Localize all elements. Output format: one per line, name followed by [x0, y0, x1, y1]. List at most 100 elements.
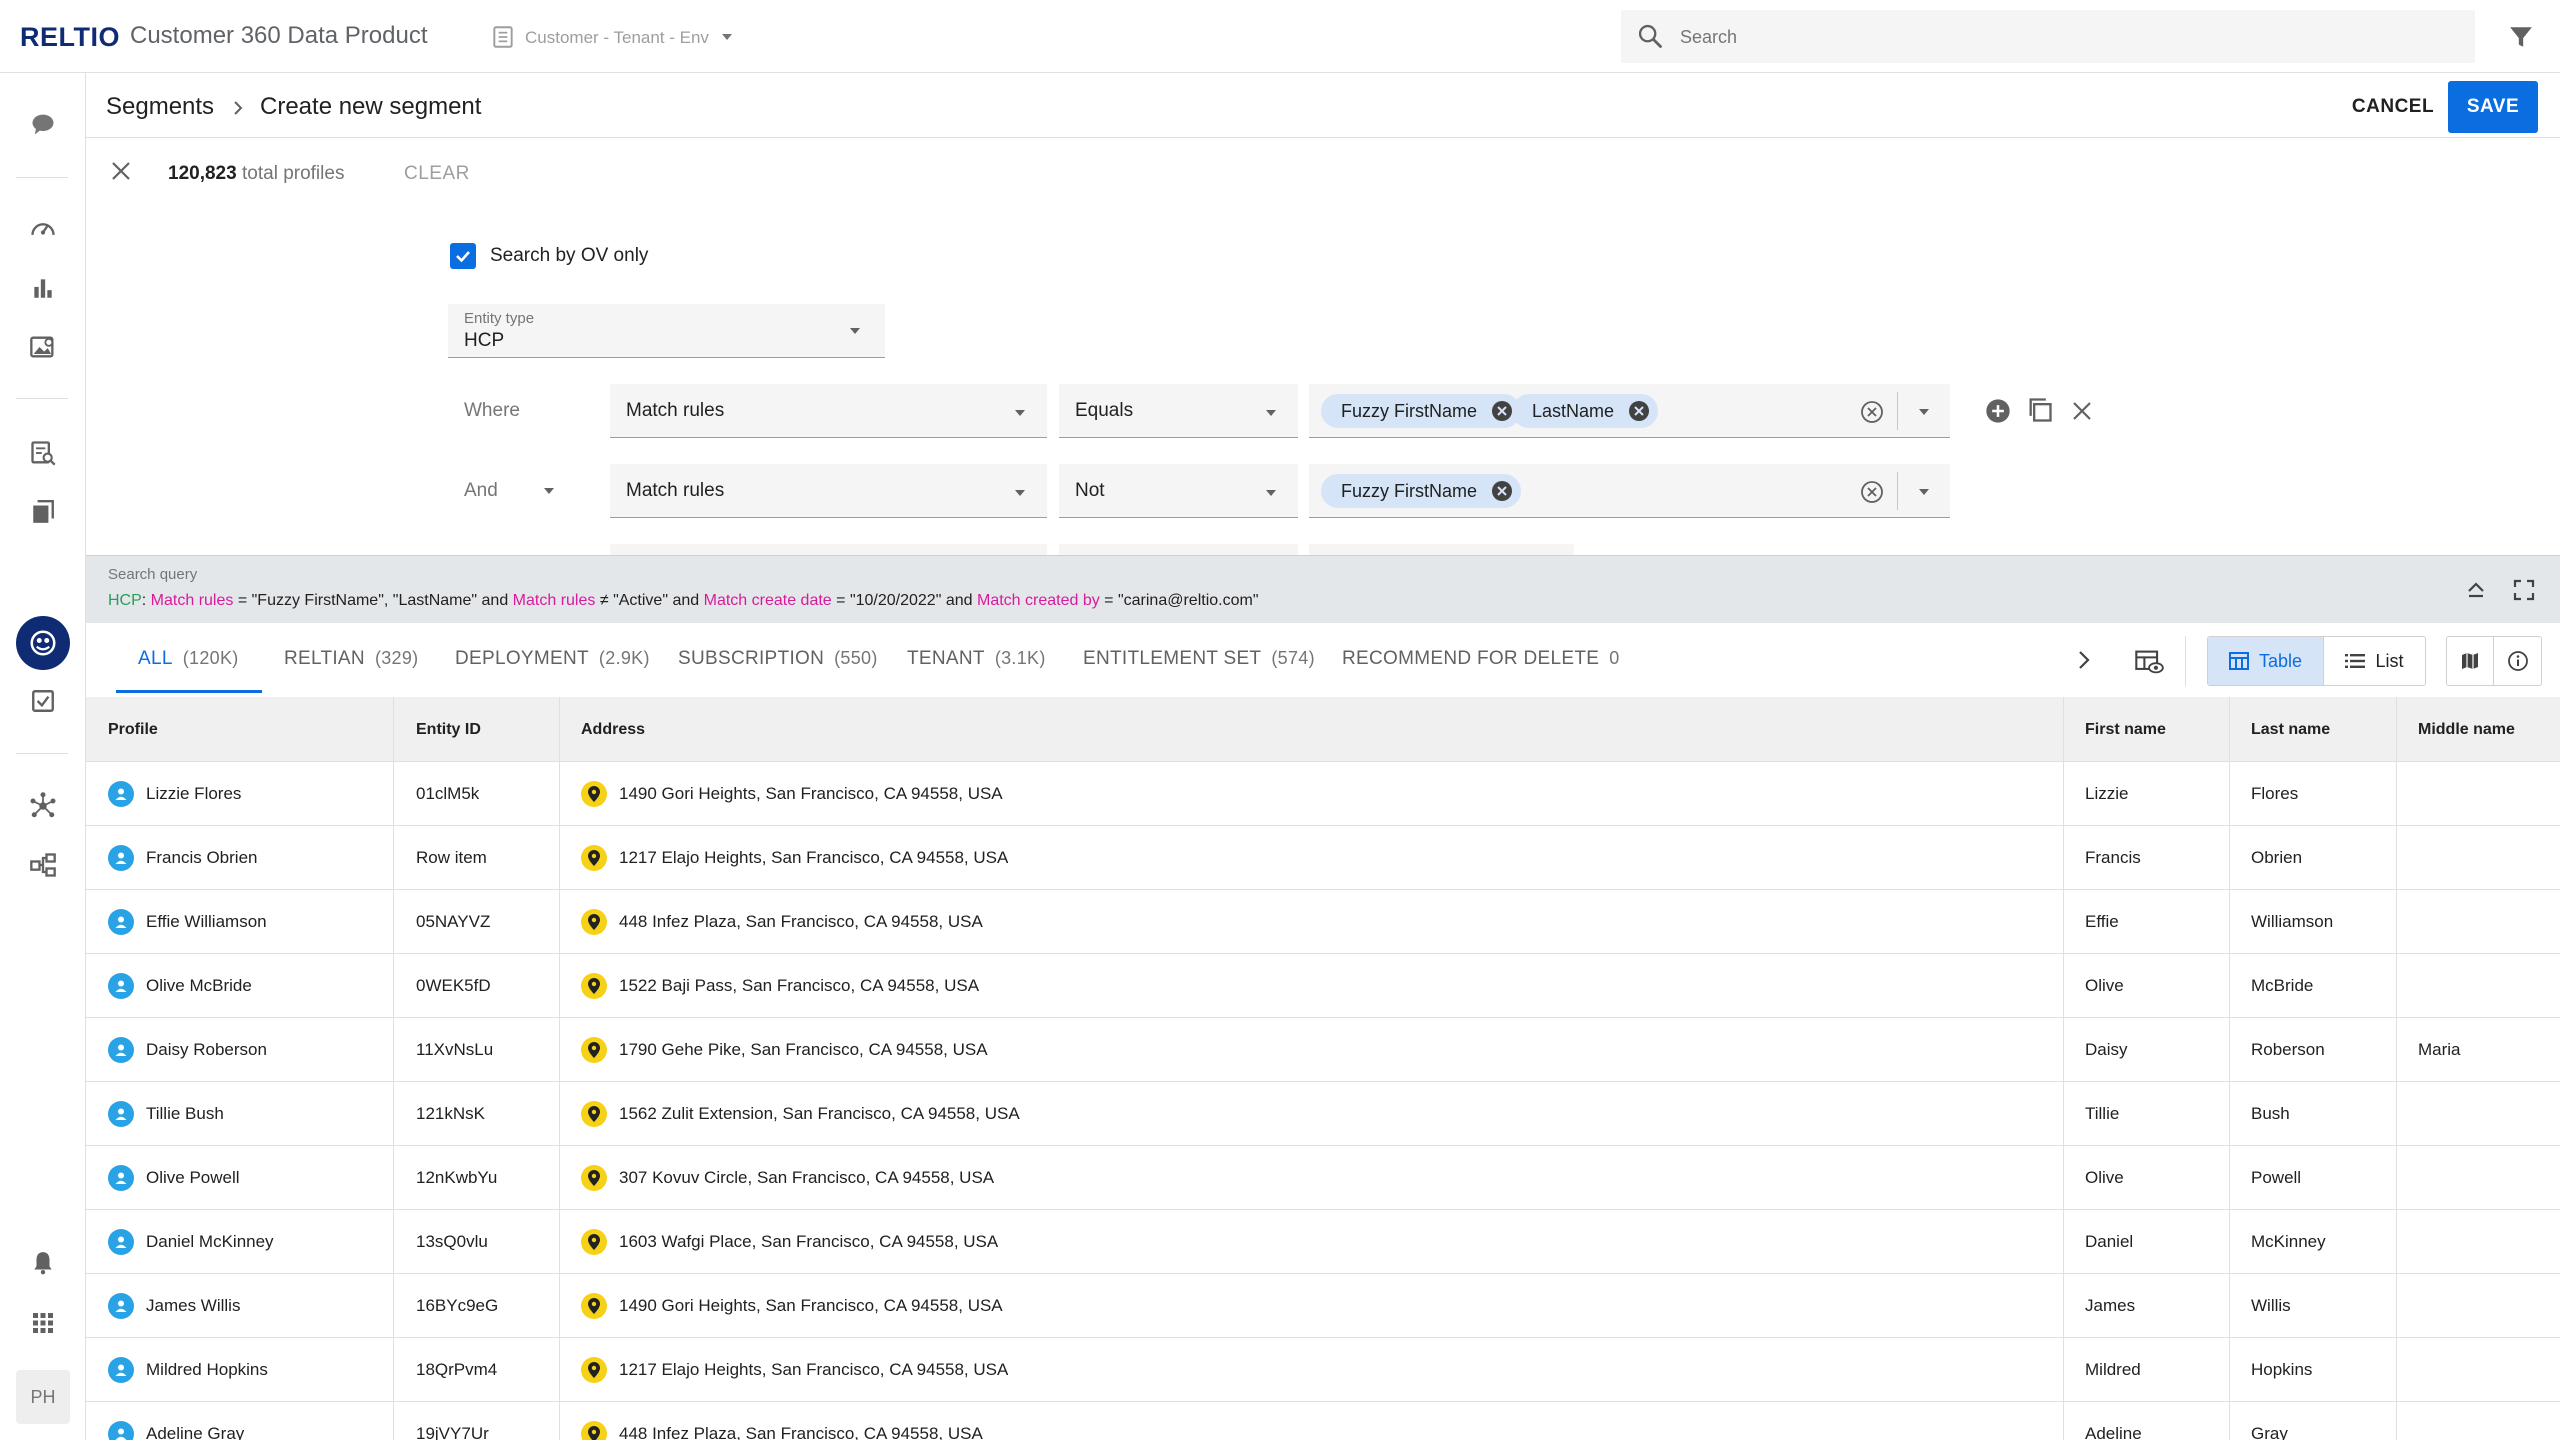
task-check-icon[interactable]: [28, 686, 58, 716]
profile-cell[interactable]: Effie Williamson: [108, 890, 267, 954]
apps-grid-icon[interactable]: [28, 1308, 58, 1338]
tab-all[interactable]: ALL (120K): [138, 648, 239, 670]
table-row[interactable]: Adeline Gray 19jVY7Ur 448 Infez Plaza, San…: [86, 1402, 2560, 1440]
profile-name[interactable]: Mildred Hopkins: [146, 1360, 268, 1380]
column-header-last-name[interactable]: Last name: [2251, 697, 2330, 762]
cancel-button[interactable]: CANCEL: [2338, 83, 2448, 131]
remove-chip-icon[interactable]: [1628, 400, 1650, 422]
tab-reltian[interactable]: RELTIAN (329): [284, 648, 418, 670]
close-icon[interactable]: [110, 160, 132, 182]
table-row[interactable]: James Willis 16BYc9eG 1490 Gori Heights, S…: [86, 1274, 2560, 1338]
graph-icon[interactable]: [28, 791, 58, 821]
table-row[interactable]: Daniel McKinney 13sQ0vlu 1603 Wafgi Place,…: [86, 1210, 2560, 1274]
add-condition-icon[interactable]: [1984, 397, 2012, 425]
tab-deployment[interactable]: DEPLOYMENT (2.9K): [455, 648, 650, 670]
profile-name[interactable]: Adeline Gray: [146, 1424, 244, 1440]
profile-cell[interactable]: Mildred Hopkins: [108, 1338, 268, 1402]
dashboard-icon[interactable]: [28, 214, 58, 244]
hierarchy-icon[interactable]: [28, 850, 58, 880]
table-row[interactable]: Lizzie Flores 01clM5k 1490 Gori Heights, S…: [86, 762, 2560, 826]
profile-cell[interactable]: James Willis: [108, 1274, 240, 1338]
filter-icon[interactable]: [2508, 24, 2534, 50]
chat-icon[interactable]: [28, 109, 58, 139]
profile-cell[interactable]: Olive Powell: [108, 1146, 240, 1210]
tab-recommend-for-delete[interactable]: RECOMMEND FOR DELETE 0: [1342, 648, 1620, 670]
fullscreen-icon[interactable]: [2512, 578, 2536, 602]
chevron-down-icon[interactable]: [542, 486, 556, 496]
search-list-icon[interactable]: [28, 438, 58, 468]
clear-values-icon[interactable]: [1860, 480, 1884, 504]
column-header-entity-id[interactable]: Entity ID: [416, 697, 481, 762]
profile-name[interactable]: Francis Obrien: [146, 848, 257, 868]
value-select[interactable]: Fuzzy FirstName: [1309, 464, 1950, 518]
column-header-address[interactable]: Address: [581, 697, 645, 762]
condition-connector[interactable]: And: [464, 480, 498, 502]
library-icon[interactable]: [28, 497, 58, 527]
clear-button[interactable]: CLEAR: [404, 163, 470, 185]
table-row[interactable]: Olive McBride 0WEK5fD 1522 Baji Pass, San …: [86, 954, 2560, 1018]
ov-only-checkbox[interactable]: [450, 243, 476, 269]
profile-name[interactable]: Daisy Roberson: [146, 1040, 267, 1060]
profile-cell[interactable]: Daniel McKinney: [108, 1210, 274, 1274]
image-search-icon[interactable]: [28, 332, 58, 362]
value-select[interactable]: Fuzzy FirstName LastName: [1309, 384, 1950, 438]
attribute-select[interactable]: Match rules: [610, 384, 1047, 438]
profile-name[interactable]: Effie Williamson: [146, 912, 267, 932]
table-row[interactable]: Effie Williamson 05NAYVZ 448 Infez Plaza, …: [86, 890, 2560, 954]
profile-cell[interactable]: Daisy Roberson: [108, 1018, 267, 1082]
profile-cell[interactable]: Lizzie Flores: [108, 762, 241, 826]
profile-cell[interactable]: Tillie Bush: [108, 1082, 224, 1146]
tab-entitlement-set[interactable]: ENTITLEMENT SET (574): [1083, 648, 1315, 670]
remove-condition-icon[interactable]: [2071, 400, 2093, 422]
info-icon[interactable]: [2494, 637, 2541, 685]
save-button[interactable]: SAVE: [2448, 81, 2538, 133]
profile-name[interactable]: Daniel McKinney: [146, 1232, 274, 1252]
chevron-right-icon[interactable]: [2074, 648, 2094, 672]
chevron-down-icon[interactable]: [1917, 487, 1931, 497]
clear-values-icon[interactable]: [1860, 400, 1884, 424]
table-row[interactable]: Tillie Bush 121kNsK 1562 Zulit Extension, …: [86, 1082, 2560, 1146]
value-chip[interactable]: Fuzzy FirstName: [1321, 394, 1522, 428]
table-row[interactable]: Francis Obrien Row item 1217 Elajo Heights…: [86, 826, 2560, 890]
search-input[interactable]: [1680, 22, 2440, 52]
operator-select[interactable]: Equals: [1059, 384, 1298, 438]
reltio-logo[interactable]: RELTIO: [20, 22, 120, 53]
map-icon[interactable]: [2447, 637, 2494, 685]
profile-name[interactable]: Olive McBride: [146, 976, 252, 996]
tab-tenant[interactable]: TENANT (3.1K): [907, 648, 1046, 670]
profile-cell[interactable]: Olive McBride: [108, 954, 252, 1018]
profile-name[interactable]: Lizzie Flores: [146, 784, 241, 804]
column-visibility-icon[interactable]: [2134, 648, 2164, 676]
value-chip[interactable]: Fuzzy FirstName: [1321, 474, 1522, 508]
attribute-select[interactable]: Match rules: [610, 464, 1047, 518]
profile-cell[interactable]: Adeline Gray: [108, 1402, 244, 1440]
table-row[interactable]: Daisy Roberson 11XvNsLu 1790 Gehe Pike, Sa…: [86, 1018, 2560, 1082]
value-chip[interactable]: LastName: [1512, 394, 1659, 428]
list-view-button[interactable]: List: [2323, 637, 2425, 685]
column-header-first-name[interactable]: First name: [2085, 697, 2166, 762]
profile-name[interactable]: James Willis: [146, 1296, 240, 1316]
chevron-down-icon[interactable]: [720, 32, 734, 42]
search-icon[interactable]: [1636, 22, 1664, 50]
tenant-selector[interactable]: Customer - Tenant - Env: [525, 28, 709, 48]
profile-name[interactable]: Olive Powell: [146, 1168, 240, 1188]
avatar[interactable]: PH: [16, 1370, 70, 1424]
bar-chart-icon[interactable]: [28, 273, 58, 303]
chevron-down-icon[interactable]: [1917, 407, 1931, 417]
remove-chip-icon[interactable]: [1491, 400, 1513, 422]
table-view-button[interactable]: Table: [2208, 637, 2323, 685]
table-row[interactable]: Olive Powell 12nKwbYu 307 Kovuv Circle, Sa…: [86, 1146, 2560, 1210]
chevron-down-icon[interactable]: [848, 326, 862, 336]
column-header-profile[interactable]: Profile: [108, 697, 158, 762]
profile-name[interactable]: Tillie Bush: [146, 1104, 224, 1124]
remove-chip-icon[interactable]: [1491, 480, 1513, 502]
profile-cell[interactable]: Francis Obrien: [108, 826, 257, 890]
column-header-middle-name[interactable]: Middle name: [2418, 697, 2515, 762]
breadcrumb-segments[interactable]: Segments: [106, 93, 214, 121]
bell-icon[interactable]: [28, 1248, 58, 1278]
operator-select[interactable]: Not: [1059, 464, 1298, 518]
tab-subscription[interactable]: SUBSCRIPTION (550): [678, 648, 878, 670]
table-row[interactable]: Mildred Hopkins 18QrPvm4 1217 Elajo Height…: [86, 1338, 2560, 1402]
collapse-icon[interactable]: [2464, 578, 2488, 602]
copy-condition-icon[interactable]: [2026, 396, 2054, 424]
